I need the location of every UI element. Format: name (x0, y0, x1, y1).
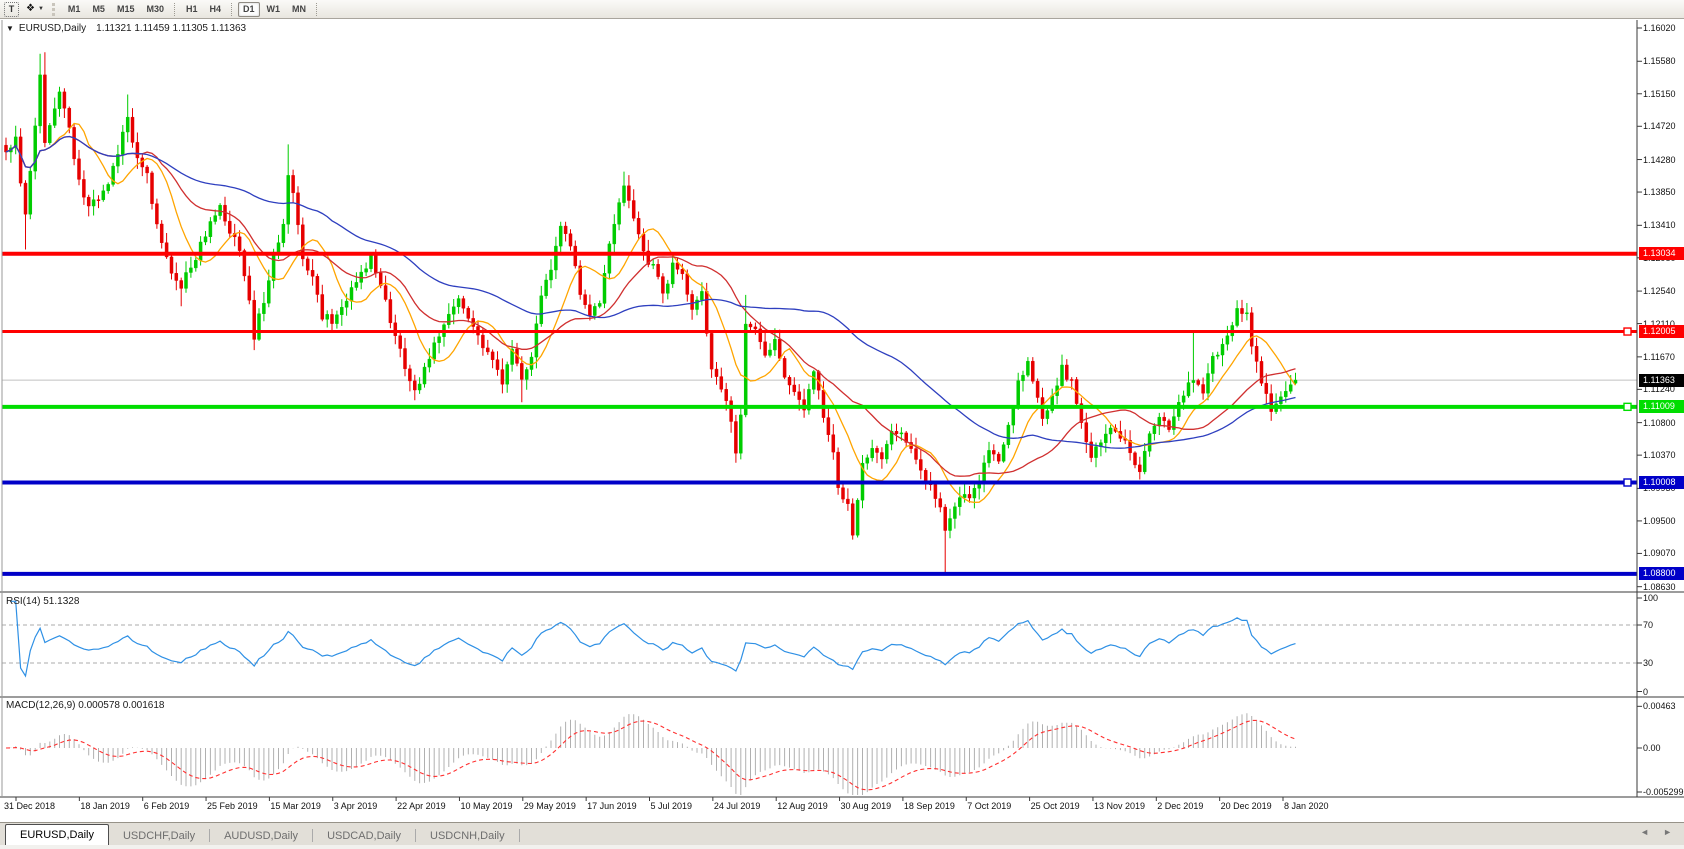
date-tick-label: 20 Dec 2019 (1221, 801, 1272, 811)
macd-tick-label: -0.005299 (1643, 787, 1684, 797)
price-tick-label: 1.10370 (1643, 450, 1676, 460)
macd-tick-label: 0.00 (1643, 743, 1661, 753)
date-tick-label: 17 Jun 2019 (587, 801, 637, 811)
price-tick-label: 1.09500 (1643, 516, 1676, 526)
arrange-symbols-icon: ❖ (26, 4, 35, 14)
timeframe-button-group: M1M5M15M30 H1H4 D1W1MN (62, 2, 312, 17)
price-tick-label: 1.13410 (1643, 220, 1676, 230)
collapse-arrow-icon: ▼ (6, 24, 14, 33)
chart-symbol-label: EURUSD,Daily (19, 23, 86, 34)
arrange-symbols-button[interactable]: ❖ ▼ (21, 2, 49, 17)
chevron-down-icon: ▼ (38, 6, 44, 12)
date-tick-label: 7 Oct 2019 (967, 801, 1011, 811)
timeframe-button-H4[interactable]: H4 (205, 2, 227, 17)
hline-price-label: 1.10008 (1639, 476, 1684, 489)
toolbar-separator (174, 3, 176, 16)
price-tick-label: 1.11670 (1643, 352, 1675, 362)
date-tick-label: 24 Jul 2019 (714, 801, 761, 811)
timeframe-button-MN[interactable]: MN (287, 2, 311, 17)
timeframe-button-M30[interactable]: M30 (141, 2, 169, 17)
hline-price-label: 1.11009 (1639, 400, 1684, 413)
symbol-tab-usdchf[interactable]: USDCHF,Daily (109, 826, 209, 846)
date-tick-label: 13 Nov 2019 (1094, 801, 1145, 811)
symbol-tab-usdcnh[interactable]: USDCNH,Daily (416, 826, 519, 846)
date-tick-label: 31 Dec 2018 (4, 801, 55, 811)
line-drag-handle[interactable] (1624, 328, 1631, 335)
date-tick-label: 25 Feb 2019 (207, 801, 258, 811)
price-tick-label: 1.10800 (1643, 418, 1676, 428)
line-drag-handle[interactable] (1624, 479, 1631, 486)
date-tick-label: 15 Mar 2019 (270, 801, 321, 811)
symbol-tab-bar: EURUSD,DailyUSDCHF,DailyAUDUSD,DailyUSDC… (0, 822, 1684, 846)
timeframe-button-M5[interactable]: M5 (87, 2, 110, 17)
price-tick-label: 1.08630 (1643, 582, 1676, 592)
date-tick-label: 18 Jan 2019 (80, 801, 130, 811)
date-tick-label: 5 Jul 2019 (651, 801, 693, 811)
hline-price-label: 1.13034 (1639, 247, 1684, 260)
status-strip (0, 845, 1684, 849)
date-tick-label: 3 Apr 2019 (334, 801, 378, 811)
price-tick-label: 1.14280 (1643, 155, 1676, 165)
price-tick-label: 1.14720 (1643, 121, 1676, 131)
macd-tick-label: 0.00463 (1643, 701, 1676, 711)
tab-scrollbar: ◄ ► (1640, 827, 1672, 837)
tab-separator (519, 829, 520, 842)
symbol-tab-usdcad[interactable]: USDCAD,Daily (313, 826, 415, 846)
date-tick-label: 10 May 2019 (460, 801, 512, 811)
date-tick-label: 18 Sep 2019 (904, 801, 955, 811)
price-tick-label: 1.12540 (1643, 286, 1676, 296)
date-tick-label: 6 Feb 2019 (144, 801, 190, 811)
price-tick-label: 1.15580 (1643, 56, 1676, 66)
hline-price-label: 1.12005 (1639, 325, 1684, 338)
timeframe-button-M1[interactable]: M1 (63, 2, 86, 17)
toolbar-separator (316, 3, 318, 16)
symbol-tab-audusd[interactable]: AUDUSD,Daily (210, 826, 312, 846)
rsi-tick-label: 0 (1643, 687, 1648, 697)
symbol-tab-eurusd[interactable]: EURUSD,Daily (5, 824, 109, 846)
date-tick-label: 12 Aug 2019 (777, 801, 828, 811)
timeframe-button-H1[interactable]: H1 (181, 2, 203, 17)
toolbar-grip (52, 3, 58, 16)
mt4-window: T ❖ ▼ M1M5M15M30 H1H4 D1W1MN ▼ EURUSD,Daily… (0, 0, 1684, 849)
timeframe-button-W1[interactable]: W1 (262, 2, 286, 17)
chart-header: ▼ EURUSD,Daily 1.11321 1.11459 1.11305 1.1… (6, 23, 246, 34)
rsi-tick-label: 30 (1643, 658, 1653, 668)
rsi-tick-label: 100 (1643, 593, 1658, 603)
hline-price-label: 1.08800 (1639, 567, 1684, 580)
price-tick-label: 1.16020 (1643, 23, 1676, 33)
timeframe-button-D1[interactable]: D1 (238, 2, 260, 17)
text-tool-button[interactable]: T (4, 2, 19, 17)
date-tick-label: 30 Aug 2019 (841, 801, 892, 811)
price-tick-label: 1.15150 (1643, 89, 1676, 99)
macd-label: MACD(12,26,9) 0.000578 0.001618 (6, 700, 164, 711)
rsi-tick-label: 70 (1643, 620, 1653, 630)
date-tick-label: 22 Apr 2019 (397, 801, 446, 811)
current-price-label: 1.11363 (1639, 374, 1684, 387)
price-tick-label: 1.13850 (1643, 187, 1676, 197)
tab-scroll-right-icon[interactable]: ► (1663, 827, 1672, 837)
date-tick-label: 2 Dec 2019 (1157, 801, 1203, 811)
timeframe-button-M15[interactable]: M15 (112, 2, 140, 17)
toolbar: T ❖ ▼ M1M5M15M30 H1H4 D1W1MN (0, 0, 1684, 19)
toolbar-separator (231, 3, 233, 16)
tab-scroll-left-icon[interactable]: ◄ (1640, 827, 1649, 837)
ohlc-values: 1.11321 1.11459 1.11305 1.11363 (96, 23, 246, 34)
date-tick-label: 29 May 2019 (524, 801, 576, 811)
date-tick-label: 25 Oct 2019 (1031, 801, 1080, 811)
date-tick-label: 8 Jan 2020 (1284, 801, 1329, 811)
line-drag-handle[interactable] (1624, 403, 1631, 410)
price-tick-label: 1.09070 (1643, 548, 1676, 558)
rsi-label: RSI(14) 51.1328 (6, 596, 79, 607)
chart-canvas[interactable] (0, 0, 1684, 849)
text-tool-icon: T (9, 4, 15, 14)
